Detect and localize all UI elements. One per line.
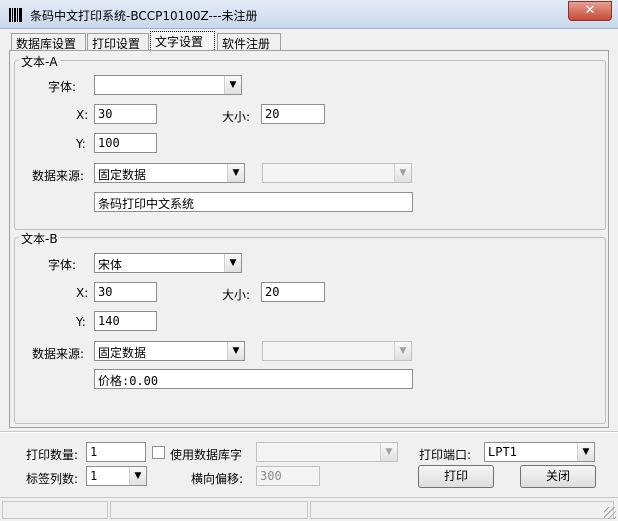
text-b-y-input[interactable]: 140 [94,311,157,331]
print-port-select[interactable]: LPT1 ▼ [484,442,595,462]
close-window-button[interactable]: ✕ [568,1,612,21]
print-button[interactable]: 打印 [418,465,494,488]
tab-software-registration[interactable]: 软件注册 [217,33,281,51]
print-quantity-input[interactable]: 1 [86,442,146,462]
text-b-group: 文本-B 字体: 宋体 ▼ X: 30 大小: 20 Y: 140 数据来源: … [14,230,606,424]
text-a-group: 文本-A 字体: ▼ X: 30 大小: 20 Y: 100 数据来源: 固定数… [14,53,606,230]
horizontal-offset-label: 横向偏移: [191,472,244,486]
label-columns-select[interactable]: 1 ▼ [86,466,147,486]
text-b-size-input[interactable]: 20 [261,282,325,302]
text-a-font-label: 字体: [48,80,77,94]
chevron-down-icon: ▼ [224,254,241,272]
database-field-select[interactable]: ▼ [256,442,398,462]
status-bar [0,497,618,521]
text-a-group-title: 文本-A [19,53,60,70]
chevron-down-icon: ▼ [224,76,241,94]
chevron-down-icon: ▼ [129,467,146,485]
horizontal-offset-input[interactable]: 300 [256,466,320,486]
status-pane [2,501,108,519]
use-database-label: 使用数据库字 [170,448,243,462]
divider [0,431,618,433]
title-bar: 条码中文打印系统-BCCP10100Z---未注册 ✕ [0,0,618,29]
text-a-x-label: X: [76,108,89,122]
text-a-size-input[interactable]: 20 [261,104,325,124]
text-b-font-label: 字体: [48,258,77,272]
resize-grip-icon[interactable] [604,507,616,519]
close-button[interactable]: 关闭 [520,465,596,488]
chevron-down-icon: ▼ [394,164,411,182]
use-database-checkbox[interactable] [152,446,165,459]
tab-print-settings[interactable]: 打印设置 [87,33,149,51]
window-title: 条码中文打印系统-BCCP10100Z---未注册 [30,9,258,23]
chevron-down-icon: ▼ [227,164,244,182]
text-a-x-input[interactable]: 30 [94,104,157,124]
text-a-source-label: 数据来源: [32,169,85,183]
print-port-label: 打印端口: [419,448,472,462]
chevron-down-icon: ▼ [380,443,397,461]
text-b-source-select[interactable]: 固定数据 ▼ [94,341,245,361]
text-b-group-title: 文本-B [19,230,60,247]
label-columns-label: 标签列数: [26,472,79,486]
text-b-x-label: X: [76,286,89,300]
text-a-source-field-select[interactable]: ▼ [262,163,412,183]
text-b-size-label: 大小: [222,288,251,302]
text-a-content-input[interactable]: 条码打印中文系统 [94,192,413,212]
text-b-y-label: Y: [76,315,86,329]
status-pane [310,501,614,519]
text-b-font-select[interactable]: 宋体 ▼ [94,253,242,273]
text-a-size-label: 大小: [222,110,251,124]
barcode-app-icon [9,8,22,22]
status-pane [110,501,308,519]
print-quantity-label: 打印数量: [26,448,79,462]
text-b-content-input[interactable]: 价格:0.00 [94,369,413,389]
chevron-down-icon: ▼ [227,342,244,360]
tab-text-settings[interactable]: 文字设置 [150,31,215,52]
chevron-down-icon: ▼ [577,443,594,461]
chevron-down-icon: ▼ [394,342,411,360]
text-settings-panel: 文本-A 字体: ▼ X: 30 大小: 20 Y: 100 数据来源: 固定数… [9,50,609,428]
text-a-source-select[interactable]: 固定数据 ▼ [94,163,245,183]
text-a-font-select[interactable]: ▼ [94,75,242,95]
text-a-y-label: Y: [76,137,86,151]
tab-database-settings[interactable]: 数据库设置 [11,33,86,51]
text-b-source-label: 数据来源: [32,347,85,361]
text-a-y-input[interactable]: 100 [94,133,157,153]
text-b-source-field-select[interactable]: ▼ [262,341,412,361]
text-b-x-input[interactable]: 30 [94,282,157,302]
